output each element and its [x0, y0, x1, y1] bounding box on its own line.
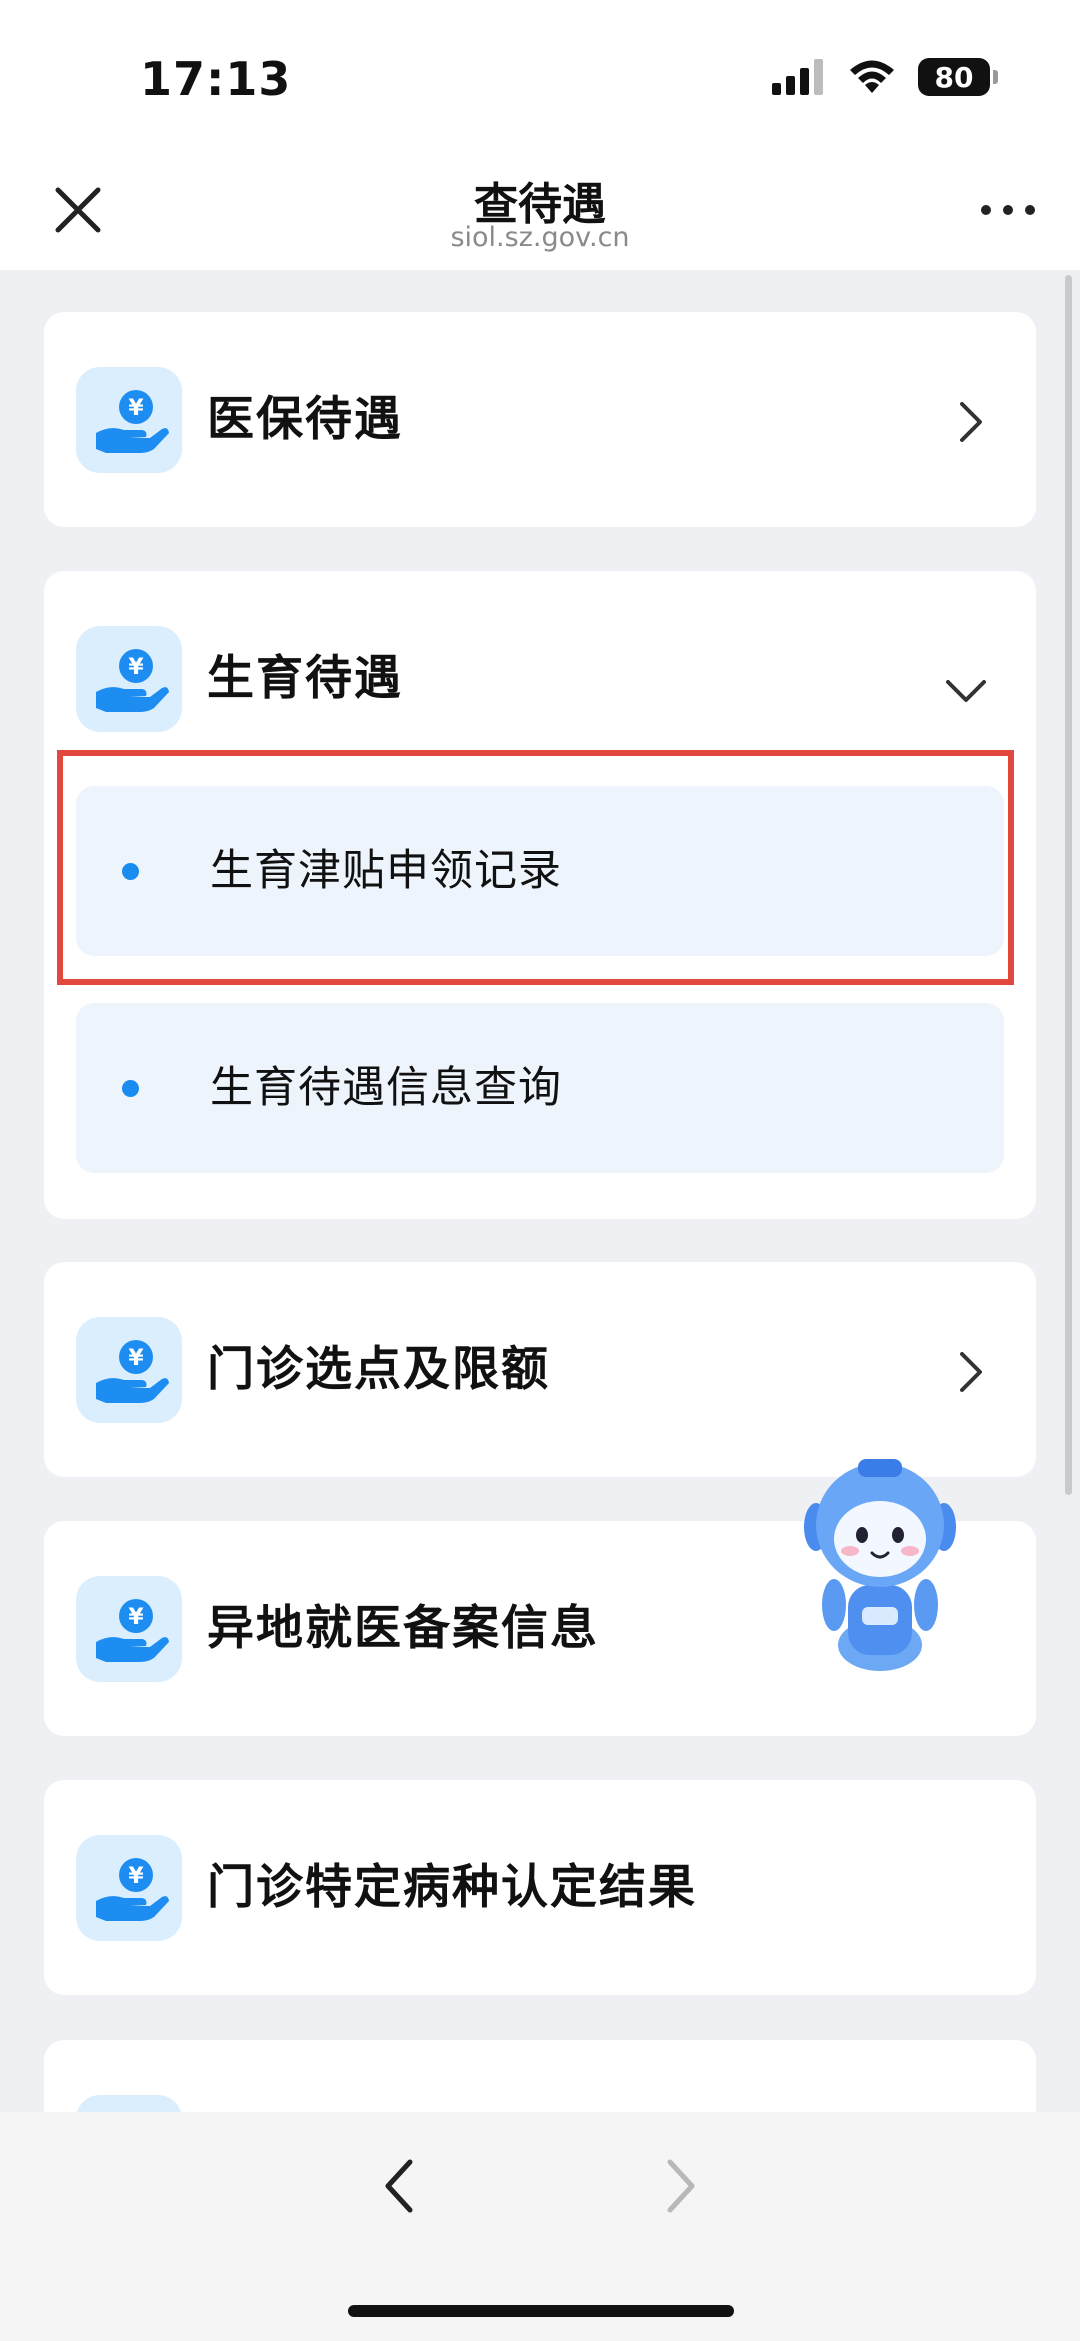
svg-text:¥: ¥	[128, 1605, 144, 1630]
navigation-bar: 查待遇 siol.sz.gov.cn	[0, 150, 1080, 270]
page-url: siol.sz.gov.cn	[450, 222, 630, 253]
category-label: 异地就医备案信息	[207, 1601, 599, 1656]
status-time: 17:13	[140, 52, 292, 106]
browser-bottom-bar	[0, 2112, 1080, 2341]
svg-text:¥: ¥	[128, 396, 144, 421]
bullet-dot	[122, 1080, 139, 1097]
category-label: 医保待遇	[207, 392, 403, 447]
battery-indicator: 80	[918, 58, 998, 96]
hand-yen-icon: ¥	[76, 1317, 182, 1423]
category-card-medical[interactable]: ¥ 医保待遇	[44, 312, 1036, 527]
forward-arrow-icon[interactable]	[660, 2154, 700, 2218]
hand-yen-icon: ¥	[76, 367, 182, 473]
sub-item-label: 生育待遇信息查询	[210, 1063, 562, 1113]
chevron-down-icon	[946, 680, 986, 702]
category-row[interactable]: ¥ 医保待遇	[44, 312, 1036, 527]
chevron-right-icon	[960, 1352, 982, 1392]
back-arrow-icon[interactable]	[380, 2154, 420, 2218]
svg-text:¥: ¥	[128, 655, 144, 680]
signal-icon	[772, 59, 823, 95]
assistant-mascot-icon[interactable]	[800, 1445, 960, 1675]
hand-yen-icon: ¥	[76, 1576, 182, 1682]
status-icons: 80	[772, 58, 998, 96]
category-card-special-disease-result[interactable]: ¥ 门诊特定病种认定结果	[44, 1780, 1036, 1995]
scrollbar[interactable]	[1065, 275, 1072, 1495]
category-label: 门诊选点及限额	[207, 1342, 550, 1397]
svg-text:¥: ¥	[128, 1864, 144, 1889]
sub-item-info-query[interactable]: 生育待遇信息查询	[76, 1003, 1004, 1173]
more-options-icon[interactable]	[976, 190, 1040, 230]
chevron-right-icon	[960, 402, 982, 442]
wifi-icon	[850, 60, 894, 93]
hand-yen-icon: ¥	[76, 1835, 182, 1941]
category-row[interactable]: ¥ 门诊特定病种认定结果	[44, 1780, 1036, 1995]
highlight-annotation-box	[57, 750, 1014, 985]
svg-text:¥: ¥	[128, 1346, 144, 1371]
category-label: 门诊特定病种认定结果	[207, 1860, 697, 1915]
home-indicator[interactable]	[348, 2305, 734, 2317]
status-bar: 17:13 80	[0, 0, 1080, 150]
hand-yen-icon: ¥	[76, 626, 182, 732]
